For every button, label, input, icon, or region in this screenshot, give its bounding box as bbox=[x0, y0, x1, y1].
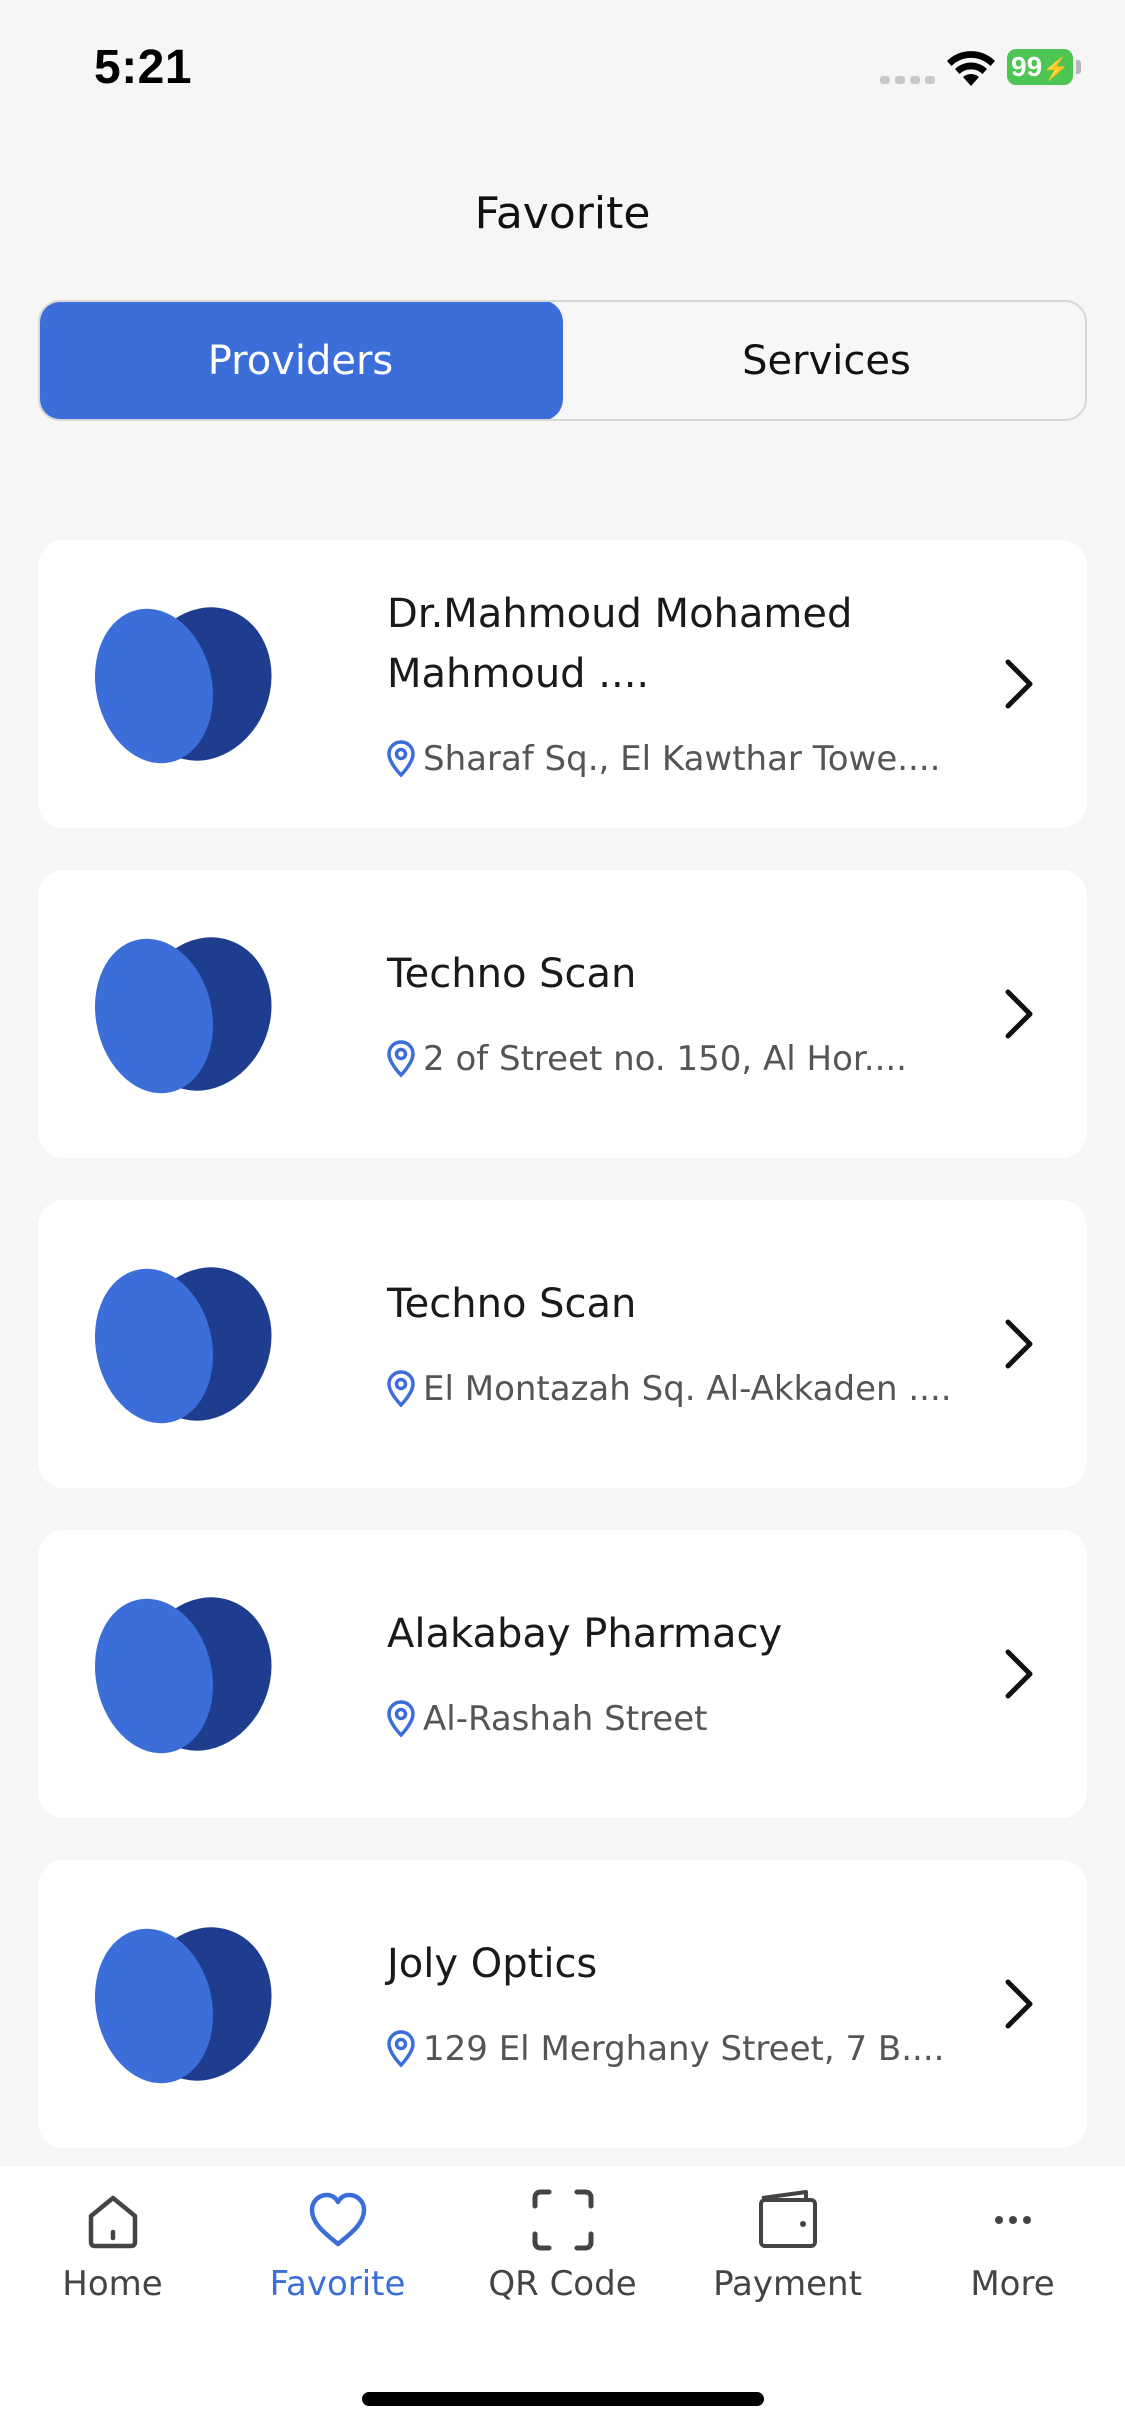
provider-card[interactable]: Joly Optics 129 El Merghany Street, 7 B.… bbox=[38, 1860, 1087, 2148]
cellular-signal-icon bbox=[880, 76, 936, 84]
provider-address-text: 2 of Street no. 150, Al Hor.... bbox=[423, 1039, 907, 1079]
provider-card[interactable]: Techno Scan 2 of Street no. 150, Al Hor.… bbox=[38, 870, 1087, 1158]
tab-more[interactable]: More bbox=[900, 2188, 1125, 2318]
status-time: 5:21 bbox=[94, 41, 193, 94]
provider-name-line1: Dr.Mahmoud Mohamed bbox=[387, 591, 853, 637]
tab-home-label: Home bbox=[62, 2264, 163, 2304]
provider-address: 2 of Street no. 150, Al Hor.... bbox=[387, 1035, 987, 1083]
tab-qr-code-label: QR Code bbox=[488, 2264, 637, 2304]
provider-logo-icon bbox=[94, 937, 272, 1094]
provider-name-line2: Mahmoud .... bbox=[387, 651, 650, 697]
battery-level: 99 bbox=[1011, 51, 1043, 82]
ellipsis-icon bbox=[994, 2216, 1031, 2224]
battery-icon: 99⚡ bbox=[1007, 49, 1073, 85]
tab-payment-label: Payment bbox=[713, 2264, 862, 2304]
provider-address-text: 129 El Merghany Street, 7 B.... bbox=[423, 2029, 945, 2069]
heart-icon bbox=[309, 2192, 366, 2247]
tab-favorite[interactable]: Favorite bbox=[225, 2188, 450, 2318]
tab-payment[interactable]: Payment bbox=[675, 2188, 900, 2318]
chevron-right-icon[interactable] bbox=[998, 656, 1038, 712]
provider-name: Techno Scan bbox=[387, 1281, 637, 1327]
segmented-control: Providers Services bbox=[38, 300, 1087, 421]
wallet-icon bbox=[758, 2190, 817, 2248]
tab-qr-code[interactable]: QR Code bbox=[450, 2188, 675, 2318]
location-pin-icon bbox=[387, 1040, 415, 1078]
provider-card[interactable]: Dr.Mahmoud Mohamed Mahmoud .... Sharaf S… bbox=[38, 540, 1087, 828]
provider-address: El Montazah Sq. Al-Akkaden .... bbox=[387, 1365, 987, 1413]
tab-favorite-label: Favorite bbox=[269, 2264, 406, 2304]
chevron-right-icon[interactable] bbox=[998, 1316, 1038, 1372]
provider-address-text: Al-Rashah Street bbox=[423, 1699, 708, 1739]
provider-card[interactable]: Techno Scan El Montazah Sq. Al-Akkaden .… bbox=[38, 1200, 1087, 1488]
provider-address: 129 El Merghany Street, 7 B.... bbox=[387, 2025, 987, 2073]
tab-providers[interactable]: Providers bbox=[40, 302, 563, 419]
location-pin-icon bbox=[387, 1700, 415, 1738]
provider-address-text: Sharaf Sq., El Kawthar Towe.... bbox=[423, 739, 941, 779]
location-pin-icon bbox=[387, 740, 415, 778]
scan-frame-icon bbox=[532, 2189, 593, 2251]
provider-address: Sharaf Sq., El Kawthar Towe.... bbox=[387, 735, 987, 783]
provider-logo-icon bbox=[94, 607, 272, 764]
battery-nub bbox=[1076, 60, 1081, 74]
page-title: Favorite bbox=[474, 188, 651, 239]
location-pin-icon bbox=[387, 1370, 415, 1408]
wifi-icon bbox=[947, 51, 995, 86]
provider-logo-icon bbox=[94, 1267, 272, 1424]
provider-name: Techno Scan bbox=[387, 951, 637, 997]
tab-home[interactable]: Home bbox=[0, 2188, 225, 2318]
tab-services[interactable]: Services bbox=[564, 302, 1085, 419]
tab-more-label: More bbox=[970, 2264, 1055, 2304]
chevron-right-icon[interactable] bbox=[998, 986, 1038, 1042]
provider-address: Al-Rashah Street bbox=[387, 1695, 987, 1743]
chevron-right-icon[interactable] bbox=[998, 1646, 1038, 1702]
provider-logo-icon bbox=[94, 1927, 272, 2084]
home-indicator[interactable] bbox=[362, 2392, 764, 2406]
provider-logo-icon bbox=[94, 1597, 272, 1754]
house-icon bbox=[88, 2195, 137, 2249]
provider-name: Alakabay Pharmacy bbox=[387, 1611, 783, 1657]
provider-name: Dr.Mahmoud Mohamed Mahmoud .... bbox=[387, 584, 967, 704]
status-bar: 5:21 99⚡ bbox=[0, 0, 1125, 140]
chevron-right-icon[interactable] bbox=[998, 1976, 1038, 2032]
location-pin-icon bbox=[387, 2030, 415, 2068]
provider-name: Joly Optics bbox=[387, 1941, 598, 1987]
provider-address-text: El Montazah Sq. Al-Akkaden .... bbox=[423, 1369, 952, 1409]
provider-card[interactable]: Alakabay Pharmacy Al-Rashah Street bbox=[38, 1530, 1087, 1818]
